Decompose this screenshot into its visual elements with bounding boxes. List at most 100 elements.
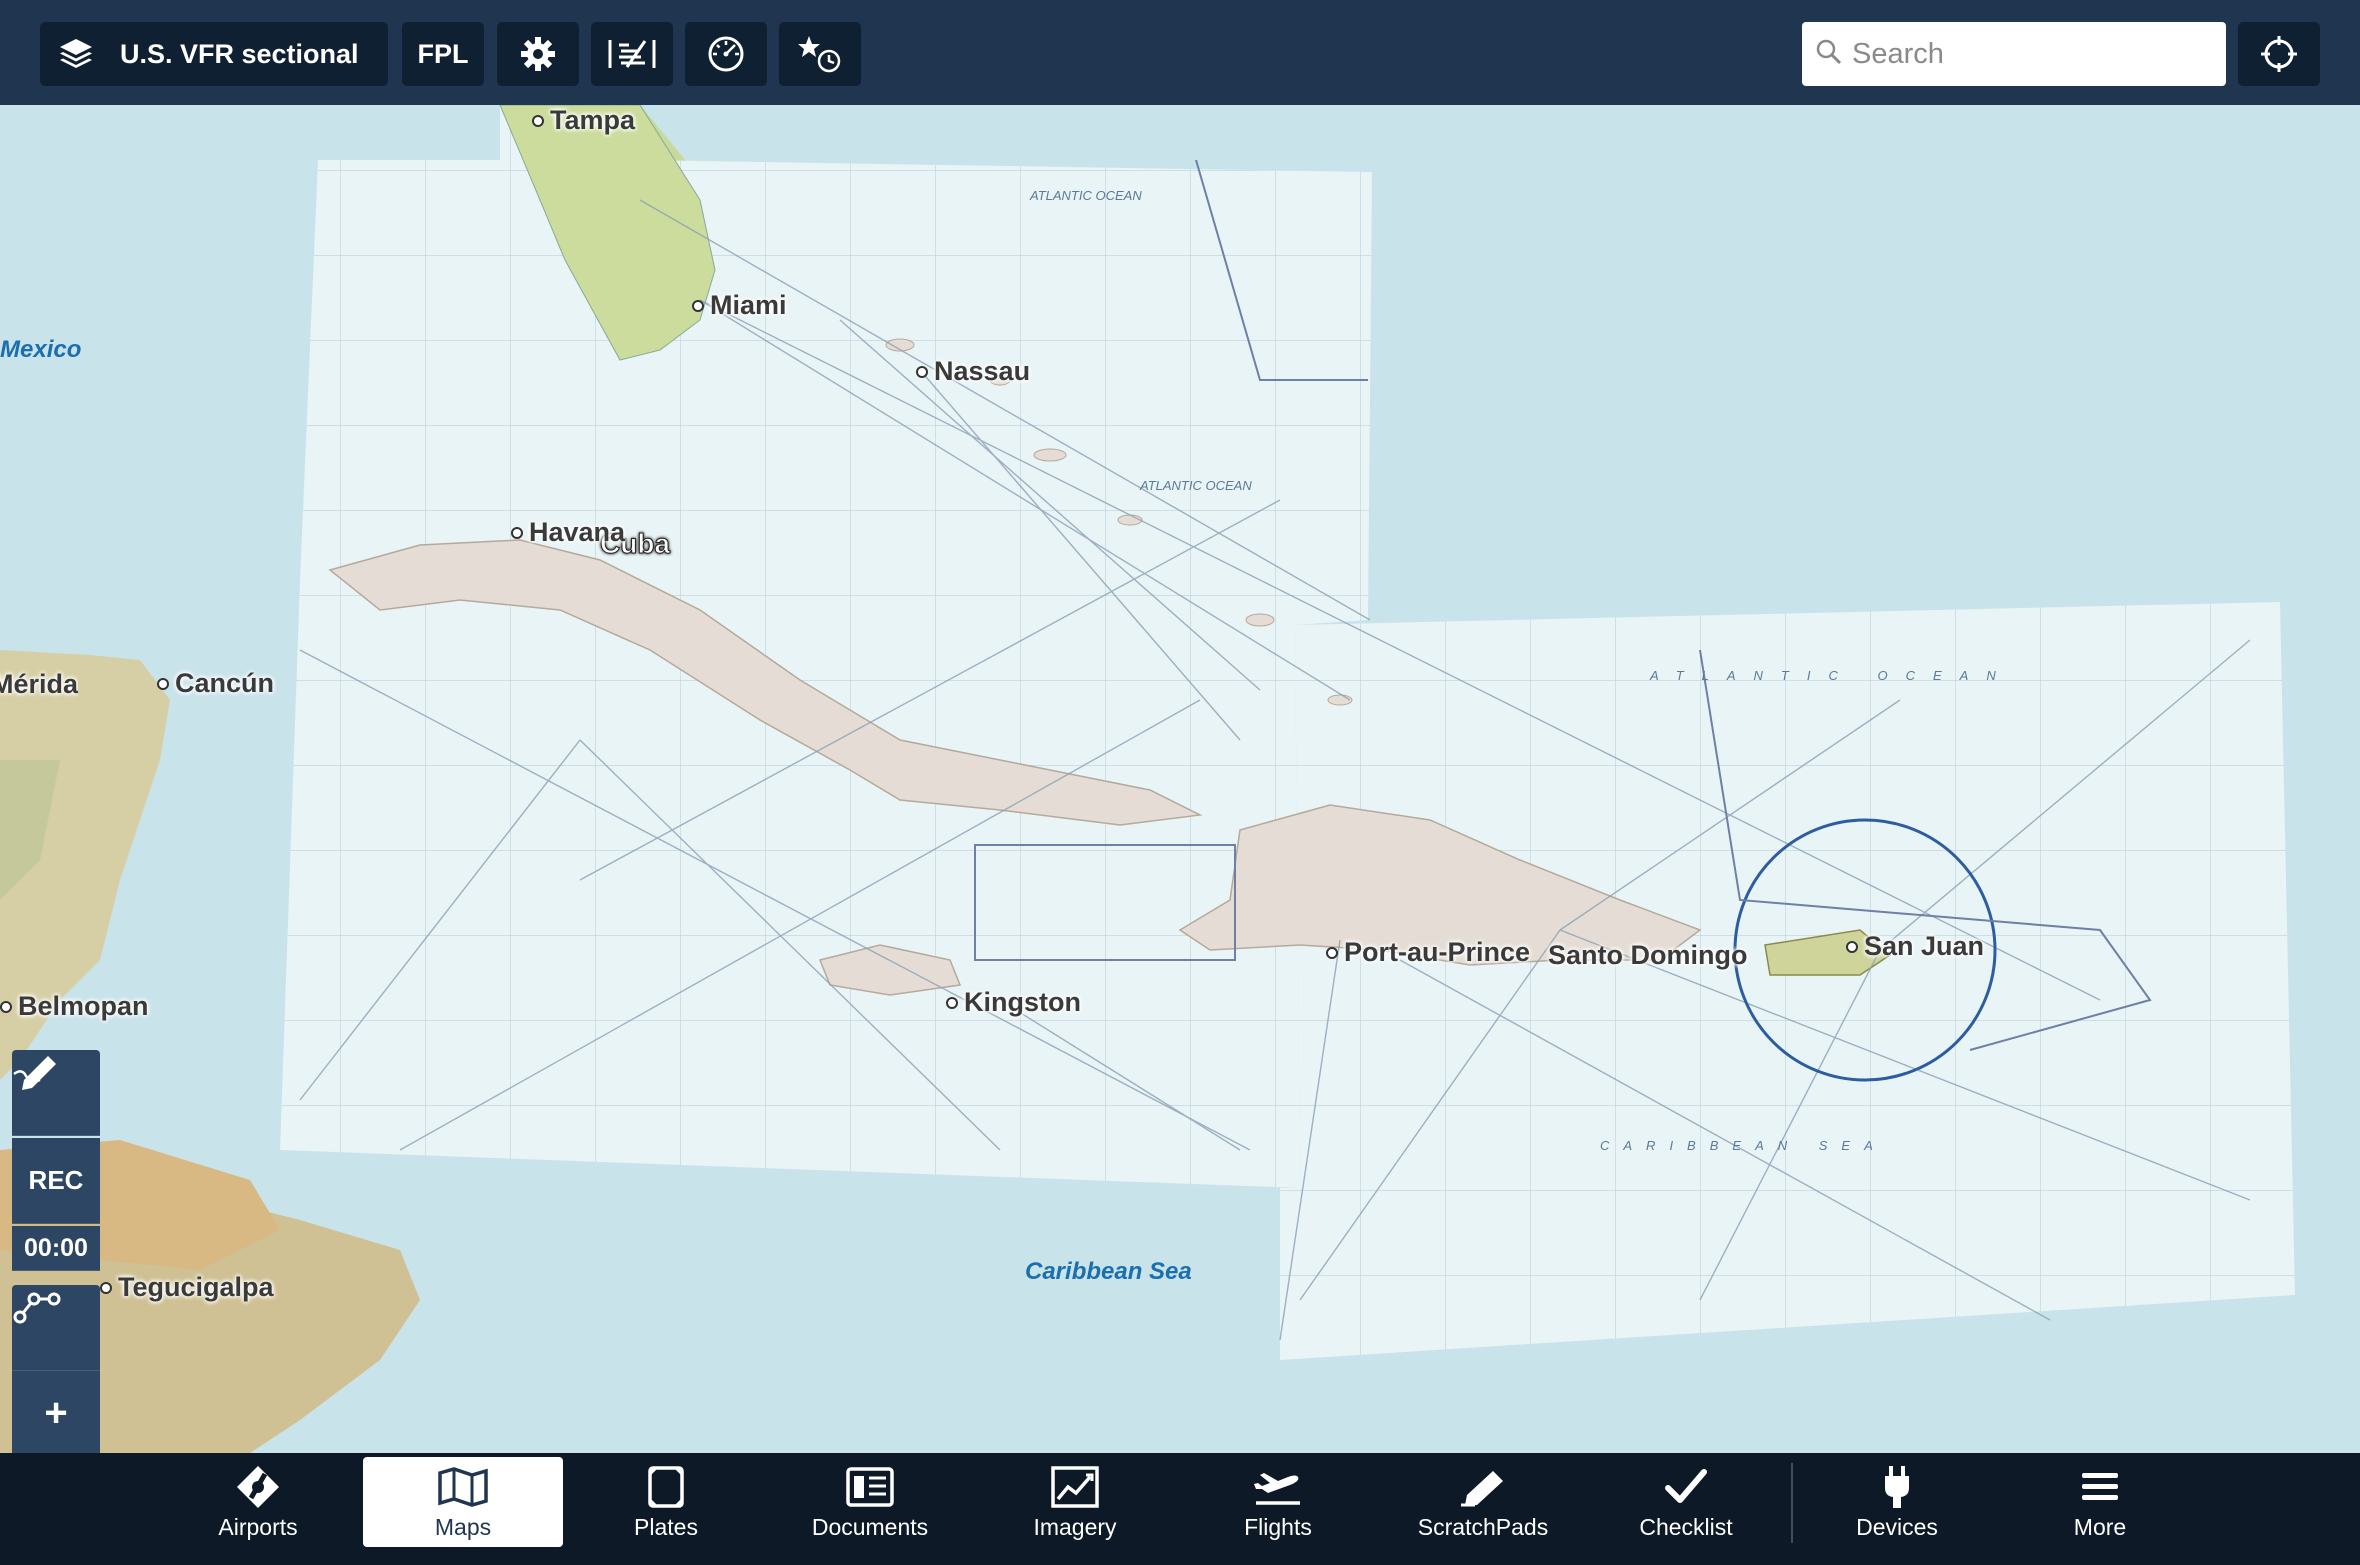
tab-checklist[interactable]: Checklist (1586, 1457, 1786, 1547)
tab-airports[interactable]: Airports (158, 1457, 358, 1547)
tab-label: Flights (1244, 1513, 1312, 1540)
city-santo-domingo[interactable]: Santo Domingo (1548, 940, 1747, 971)
flights-icon (1252, 1464, 1304, 1510)
city-label: Kingston (964, 987, 1081, 1017)
svg-text:ATLANTIC OCEAN: ATLANTIC OCEAN (1029, 188, 1142, 203)
record-timer: 00:00 (12, 1226, 100, 1271)
documents-icon (845, 1464, 895, 1510)
record-button[interactable]: REC (12, 1138, 100, 1224)
search-input[interactable] (1852, 37, 2212, 71)
city-tegucigalpa[interactable]: Tegucigalpa (100, 1272, 274, 1303)
city-marker (946, 996, 958, 1009)
city-marker (692, 299, 704, 312)
profile-view-button[interactable] (591, 22, 673, 86)
city-nassau[interactable]: Nassau (916, 356, 1030, 387)
search-icon (1816, 39, 1842, 70)
tab-flights[interactable]: Flights (1178, 1457, 1378, 1547)
city-tampa[interactable]: Tampa (532, 105, 635, 136)
gear-icon (520, 36, 556, 72)
tab-maps[interactable]: Maps (363, 1457, 563, 1547)
city-cancun[interactable]: Cancún (157, 668, 274, 699)
city-marker (916, 365, 928, 378)
map-layer-label: U.S. VFR sectional (120, 38, 359, 69)
tab-label: Maps (434, 1513, 492, 1540)
zoom-in-button[interactable]: + (12, 1371, 100, 1457)
map-base-layer: ATLANTIC OCEAN ATLANTIC OCEAN ATLANTIC O… (0, 105, 2360, 1453)
tab-devices[interactable]: Devices (1797, 1457, 1997, 1547)
city-marker (157, 677, 169, 690)
city-label: Mérida (0, 669, 78, 699)
city-label: Santo Domingo (1548, 940, 1748, 970)
tab-label: Plates (634, 1513, 698, 1540)
city-port-au-prince[interactable]: Port-au-Prince (1326, 937, 1530, 968)
timer-value: 00:00 (24, 1233, 88, 1262)
tab-scratchpads[interactable]: ScratchPads (1383, 1457, 1583, 1547)
fpl-button[interactable]: FPL (402, 22, 484, 86)
city-label: Havana (529, 517, 626, 547)
star-clock-icon (797, 34, 843, 74)
bottom-tab-bar: Airports Maps Plates Documents Imagery F… (0, 1453, 2360, 1565)
rec-label: REC (28, 1165, 84, 1195)
tab-label: More (2073, 1513, 2127, 1540)
tab-more[interactable]: More (2000, 1457, 2200, 1547)
airport-icon (235, 1464, 281, 1510)
tab-plates[interactable]: Plates (566, 1457, 766, 1547)
tab-label: Documents (811, 1513, 929, 1540)
city-label: Belmopan (18, 991, 149, 1021)
tab-imagery[interactable]: Imagery (975, 1457, 1175, 1547)
instruments-button[interactable] (685, 22, 767, 86)
city-san-juan[interactable]: San Juan (1846, 931, 1984, 962)
map-layers-button[interactable]: U.S. VFR sectional (40, 22, 388, 86)
search-box[interactable] (1802, 22, 2226, 86)
city-label: Tampa (550, 105, 636, 135)
top-toolbar: U.S. VFR sectional FPL (0, 0, 2360, 105)
city-marker (1326, 946, 1338, 959)
tab-label: Airports (218, 1513, 298, 1540)
tab-label: Checklist (1639, 1513, 1733, 1540)
imagery-icon (1050, 1464, 1100, 1510)
locate-me-button[interactable] (2238, 22, 2320, 86)
city-marker (511, 526, 523, 539)
city-kingston[interactable]: Kingston (946, 987, 1081, 1018)
favorites-recents-button[interactable] (779, 22, 861, 86)
city-miami[interactable]: Miami (692, 290, 787, 321)
map-icon (437, 1464, 489, 1510)
tab-label: Imagery (1033, 1513, 1117, 1540)
more-icon (2080, 1464, 2120, 1510)
city-merida[interactable]: Mérida (0, 669, 78, 700)
mexico-label: Mexico (0, 336, 82, 363)
city-marker (1846, 940, 1858, 953)
city-belmopan[interactable]: Belmopan (0, 991, 149, 1022)
svg-text:ATLANTIC OCEAN: ATLANTIC OCEAN (1139, 478, 1252, 493)
annotate-button[interactable] (12, 1050, 100, 1136)
city-label: Tegucigalpa (118, 1272, 274, 1302)
tab-documents[interactable]: Documents (770, 1457, 970, 1547)
city-label: Nassau (934, 356, 1031, 386)
tab-separator (1791, 1463, 1793, 1543)
gauge-icon (707, 35, 745, 73)
plus-icon: + (44, 1391, 68, 1435)
city-marker (0, 1000, 12, 1013)
route-track-button[interactable] (12, 1285, 100, 1371)
svg-text:ATLANTIC OCEAN: ATLANTIC OCEAN (1649, 668, 2014, 683)
tab-label: ScratchPads (1417, 1513, 1549, 1540)
city-label: San Juan (1864, 931, 1985, 961)
settings-button[interactable] (497, 22, 579, 86)
fpl-label: FPL (417, 38, 469, 69)
layers-icon (58, 37, 94, 71)
tab-label: Devices (1856, 1513, 1938, 1540)
city-havana[interactable]: Havana (511, 517, 625, 548)
profile-view-icon (607, 37, 657, 71)
plates-icon (646, 1464, 686, 1510)
city-label: Cancún (175, 668, 275, 698)
city-label: Miami (710, 290, 787, 320)
map-view[interactable]: ATLANTIC OCEAN ATLANTIC OCEAN ATLANTIC O… (0, 105, 2360, 1545)
city-marker (100, 1281, 112, 1294)
app-window: U.S. VFR sectional FPL Search ATLANTIC O… (0, 0, 2360, 1565)
caribbean-sea-label: Caribbean Sea (1025, 1258, 1192, 1285)
svg-text:CARIBBEAN SEA: CARIBBEAN SEA (1600, 1138, 1887, 1153)
city-marker (532, 114, 544, 127)
crosshair-icon (2260, 35, 2298, 73)
checklist-icon (1664, 1464, 1708, 1510)
city-label: Port-au-Prince (1344, 937, 1531, 967)
